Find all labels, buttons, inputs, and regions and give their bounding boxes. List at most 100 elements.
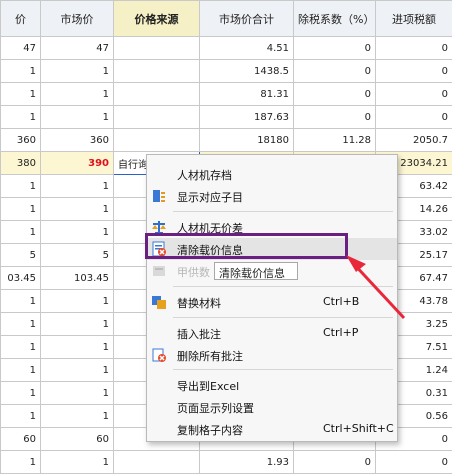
table-cell[interactable]: 1 xyxy=(1,382,41,405)
menu-item[interactable]: 插入批注 Ctrl+P xyxy=(147,322,397,344)
table-header: 价市场价价格来源市场价合计除税系数（%）进项税额 xyxy=(1,1,452,37)
menu-item-label: 插入批注 xyxy=(177,326,221,342)
column-header[interactable]: 市场价合计 xyxy=(200,1,294,37)
table-cell[interactable]: 103.45 xyxy=(41,267,114,290)
table-cell[interactable]: 47 xyxy=(41,37,114,60)
table-cell[interactable]: 03.45 xyxy=(1,267,41,290)
table-cell[interactable]: 187.63 xyxy=(200,106,294,129)
table-cell[interactable]: 1 xyxy=(1,336,41,359)
table-cell[interactable] xyxy=(114,83,200,106)
menu-item-label: 复制格子内容 xyxy=(177,422,243,438)
table-cell[interactable]: 18180 xyxy=(200,129,294,152)
menu-shortcut: Ctrl+B xyxy=(323,295,359,308)
table-cell[interactable]: 60 xyxy=(1,428,41,451)
replace-icon xyxy=(151,294,167,310)
table-cell[interactable]: 1 xyxy=(1,106,41,129)
table-cell[interactable]: 0 xyxy=(376,451,452,474)
table-cell[interactable]: 1 xyxy=(1,221,41,244)
menu-separator xyxy=(173,369,393,370)
table-cell[interactable] xyxy=(114,106,200,129)
menu-item-label: 显示对应子目 xyxy=(177,189,243,205)
table-cell[interactable]: 1 xyxy=(1,359,41,382)
table-cell[interactable]: 1 xyxy=(41,451,114,474)
table-cell[interactable]: 0 xyxy=(294,451,376,474)
table-cell[interactable] xyxy=(114,60,200,83)
table-cell[interactable]: 1 xyxy=(1,451,41,474)
table-cell[interactable]: 1 xyxy=(1,60,41,83)
table-cell[interactable]: 1 xyxy=(41,382,114,405)
table-cell[interactable]: 360 xyxy=(1,129,41,152)
table-cell[interactable]: 1 xyxy=(41,198,114,221)
table-cell[interactable]: 60 xyxy=(41,428,114,451)
table-cell[interactable]: 4.51 xyxy=(200,37,294,60)
table-cell[interactable]: 1 xyxy=(41,313,114,336)
table-cell[interactable]: 1 xyxy=(1,175,41,198)
menu-item[interactable]: 页面显示列设置 xyxy=(147,396,397,418)
table-row[interactable]: 360360 1818011.282050.7 xyxy=(1,129,452,152)
table-cell[interactable]: 1 xyxy=(41,60,114,83)
menu-item-label: 删除所有批注 xyxy=(177,348,243,364)
menu-separator xyxy=(173,317,393,318)
delete-notes-icon xyxy=(151,347,167,363)
table-cell[interactable] xyxy=(114,129,200,152)
table-cell[interactable]: 1 xyxy=(41,175,114,198)
menu-item-label: 页面显示列设置 xyxy=(177,400,254,416)
table-cell[interactable]: 1438.5 xyxy=(200,60,294,83)
menu-item[interactable]: 显示对应子目 xyxy=(147,185,397,207)
menu-item[interactable]: 替换材料Ctrl+B xyxy=(147,291,397,313)
table-cell[interactable]: 2050.7 xyxy=(376,129,452,152)
column-header[interactable]: 除税系数（%） xyxy=(294,1,376,37)
table-row[interactable]: 111438.500 xyxy=(1,60,452,83)
table-cell[interactable]: 0 xyxy=(376,83,452,106)
menu-separator xyxy=(173,211,393,212)
table-cell[interactable]: 5 xyxy=(41,244,114,267)
table-cell[interactable]: 81.31 xyxy=(200,83,294,106)
menu-shortcut: Ctrl+P xyxy=(323,326,358,339)
menu-item-label: 甲供数 xyxy=(177,264,210,280)
table-cell[interactable]: 0 xyxy=(376,106,452,129)
table-cell[interactable]: 1 xyxy=(41,405,114,428)
table-cell[interactable]: 47 xyxy=(1,37,41,60)
table-cell[interactable]: 1 xyxy=(41,106,114,129)
table-cell[interactable] xyxy=(114,451,200,474)
table-cell[interactable]: 1 xyxy=(1,405,41,428)
menu-item[interactable]: 删除所有批注 xyxy=(147,344,397,366)
table-cell[interactable]: 1 xyxy=(1,83,41,106)
table-cell[interactable]: 1 xyxy=(1,290,41,313)
tooltip: 清除载价信息 xyxy=(214,262,298,280)
column-header[interactable]: 市场价 xyxy=(41,1,114,37)
table-cell[interactable]: 1 xyxy=(41,221,114,244)
menu-item[interactable]: 复制格子内容Ctrl+Shift+C xyxy=(147,418,397,440)
table-cell[interactable]: 380 xyxy=(1,152,41,175)
menu-item-label: 人材机存档 xyxy=(177,167,232,183)
menu-item[interactable]: 人材机存档 xyxy=(147,163,397,185)
table-row[interactable]: 111.9300 xyxy=(1,451,452,474)
table-row[interactable]: 47474.5100 xyxy=(1,37,452,60)
table-cell[interactable]: 1 xyxy=(1,313,41,336)
table-cell[interactable]: 0 xyxy=(294,60,376,83)
table-cell[interactable]: 1 xyxy=(41,290,114,313)
table-cell[interactable]: 11.28 xyxy=(294,129,376,152)
column-header[interactable]: 价 xyxy=(1,1,41,37)
table-row[interactable]: 11187.6300 xyxy=(1,106,452,129)
table-cell[interactable]: 1 xyxy=(1,198,41,221)
menu-item[interactable]: 导出到Excel xyxy=(147,374,397,396)
menu-separator xyxy=(173,286,393,287)
table-cell[interactable]: 0 xyxy=(376,60,452,83)
table-cell[interactable]: 360 xyxy=(41,129,114,152)
table-cell[interactable]: 0 xyxy=(294,37,376,60)
table-row[interactable]: 1181.3100 xyxy=(1,83,452,106)
table-cell[interactable] xyxy=(114,37,200,60)
table-cell[interactable]: 1 xyxy=(41,336,114,359)
column-header[interactable]: 价格来源 xyxy=(114,1,200,37)
table-cell[interactable]: 0 xyxy=(294,106,376,129)
table-cell[interactable]: 1 xyxy=(41,359,114,382)
table-cell[interactable]: 5 xyxy=(1,244,41,267)
column-header[interactable]: 进项税额 xyxy=(376,1,452,37)
table-cell[interactable]: 1 xyxy=(41,83,114,106)
table-cell[interactable]: 1.93 xyxy=(200,451,294,474)
supply-icon xyxy=(151,263,167,279)
table-cell[interactable]: 0 xyxy=(294,83,376,106)
table-cell[interactable]: 0 xyxy=(376,37,452,60)
table-cell[interactable]: 390 xyxy=(41,152,114,175)
